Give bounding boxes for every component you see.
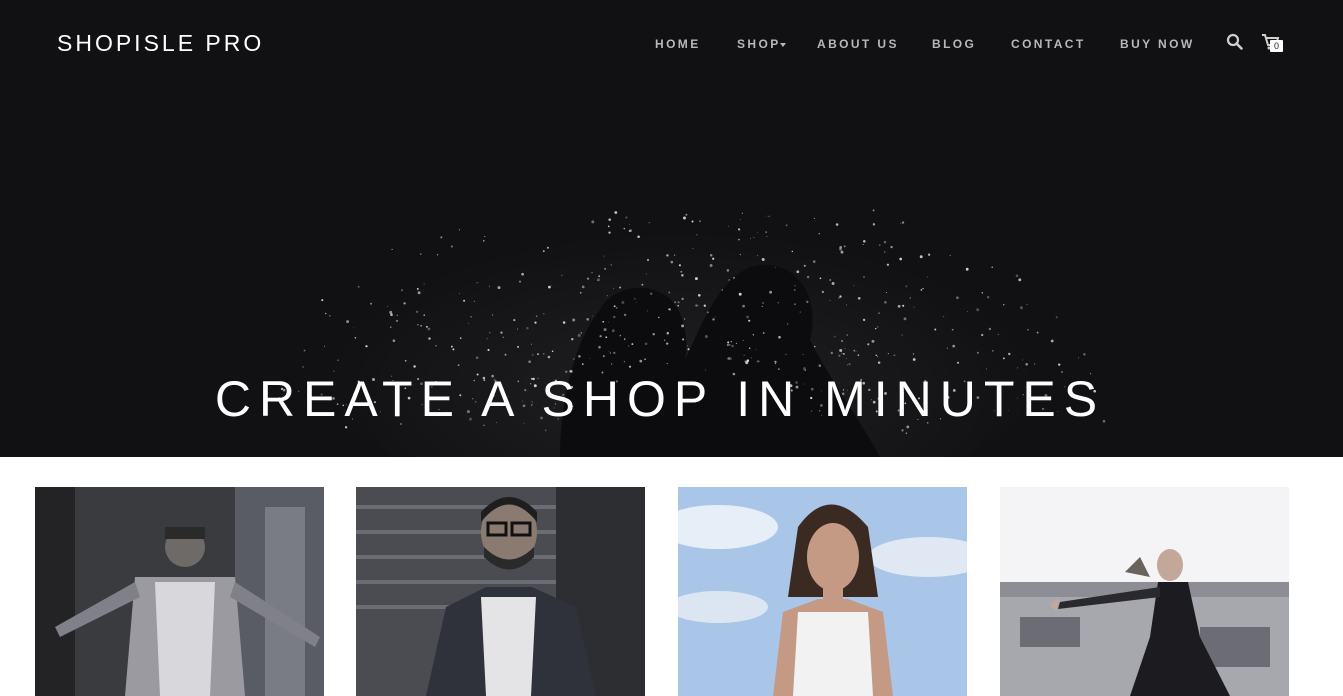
- chevron-down-icon[interactable]: [780, 43, 786, 47]
- hero-title: CREATE A SHOP IN MINUTES: [214, 371, 1106, 427]
- nav-about-us[interactable]: ABOUT US: [817, 37, 899, 51]
- site-logo[interactable]: SHOPISLE PRO: [57, 30, 264, 57]
- nav-contact[interactable]: CONTACT: [1011, 37, 1086, 51]
- nav-buy-now[interactable]: BUY NOW: [1120, 37, 1195, 51]
- product-photo: [356, 487, 645, 696]
- product-photo: [1000, 487, 1289, 696]
- nav-shop[interactable]: SHOP: [737, 37, 781, 51]
- product-image-4[interactable]: [1000, 487, 1289, 696]
- product-photo: [35, 487, 324, 696]
- cart-count-badge: 0: [1270, 40, 1283, 52]
- nav-blog[interactable]: BLOG: [932, 37, 976, 51]
- search-icon[interactable]: [1226, 33, 1244, 51]
- nav-home[interactable]: HOME: [655, 37, 701, 51]
- product-image-3[interactable]: [678, 487, 967, 696]
- hero-section: SHOPISLE PRO HOME SHOP ABOUT US BLOG CON…: [0, 0, 1343, 457]
- navbar: SHOPISLE PRO HOME SHOP ABOUT US BLOG CON…: [0, 0, 1343, 88]
- product-image-1[interactable]: [35, 487, 324, 696]
- product-photo: [678, 487, 967, 696]
- product-image-2[interactable]: [356, 487, 645, 696]
